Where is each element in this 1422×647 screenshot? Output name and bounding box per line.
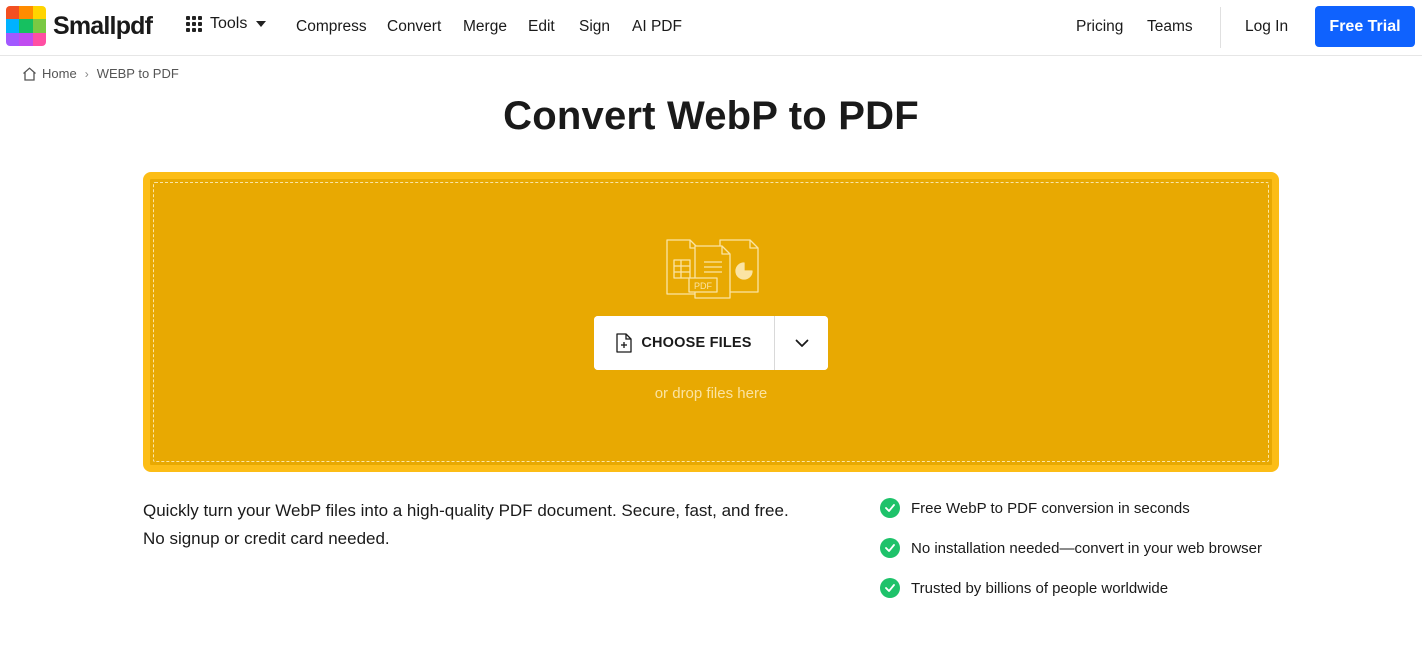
tools-menu-button[interactable]: Tools bbox=[186, 15, 267, 33]
breadcrumb: Home › WEBP to PDF bbox=[22, 66, 179, 81]
nav-link-pricing[interactable]: Pricing bbox=[1076, 18, 1123, 36]
grid-icon bbox=[186, 16, 202, 32]
nav-link-compress[interactable]: Compress bbox=[296, 18, 367, 36]
free-trial-button[interactable]: Free Trial bbox=[1315, 6, 1415, 47]
choose-files-button[interactable]: CHOOSE FILES bbox=[594, 316, 774, 370]
feature-item: No installation needed—convert in your w… bbox=[880, 537, 1262, 559]
feature-text: No installation needed—convert in your w… bbox=[911, 539, 1263, 557]
check-circle-icon bbox=[880, 578, 900, 598]
tool-description: Quickly turn your WebP files into a high… bbox=[143, 497, 823, 553]
nav-link-sign[interactable]: Sign bbox=[579, 18, 610, 36]
file-dropzone[interactable]: PDF CHOOSE FILES or drop files here bbox=[143, 172, 1279, 472]
nav-link-edit[interactable]: Edit bbox=[528, 18, 555, 36]
smallpdf-logo-icon bbox=[6, 6, 46, 46]
description-line-1: Quickly turn your WebP files into a high… bbox=[143, 501, 789, 520]
feature-text: Trusted by billions of people worldwide bbox=[911, 579, 1169, 597]
files-illustration-icon: PDF bbox=[664, 238, 760, 305]
breadcrumb-current: WEBP to PDF bbox=[96, 66, 179, 81]
login-link[interactable]: Log In bbox=[1245, 18, 1288, 36]
nav-link-merge[interactable]: Merge bbox=[463, 18, 507, 36]
nav-link-ai-pdf[interactable]: AI PDF bbox=[632, 18, 682, 36]
tools-label: Tools bbox=[210, 15, 248, 32]
top-navbar: Smallpdf Tools Compress Convert Merge Ed… bbox=[0, 0, 1422, 56]
brand-name: Smallpdf bbox=[53, 11, 153, 40]
check-circle-icon bbox=[880, 498, 900, 518]
page-title: Convert WebP to PDF bbox=[503, 94, 919, 138]
check-circle-icon bbox=[880, 538, 900, 558]
feature-text: Free WebP to PDF conversion in seconds bbox=[911, 499, 1190, 517]
breadcrumb-separator: › bbox=[84, 66, 89, 81]
nav-link-teams[interactable]: Teams bbox=[1147, 18, 1193, 36]
nav-link-convert[interactable]: Convert bbox=[387, 18, 441, 36]
choose-files-group: CHOOSE FILES bbox=[594, 316, 828, 370]
feature-item: Trusted by billions of people worldwide bbox=[880, 577, 1262, 599]
illustration-pdf-label: PDF bbox=[694, 281, 713, 291]
feature-list: Free WebP to PDF conversion in seconds N… bbox=[880, 497, 1262, 617]
header-divider bbox=[1220, 7, 1221, 48]
chevron-down-icon bbox=[795, 336, 809, 351]
file-plus-icon bbox=[616, 333, 632, 353]
description-line-2: No signup or credit card needed. bbox=[143, 529, 390, 548]
home-icon bbox=[22, 67, 37, 81]
feature-item: Free WebP to PDF conversion in seconds bbox=[880, 497, 1262, 519]
drop-files-hint: or drop files here bbox=[654, 385, 768, 402]
smallpdf-logo[interactable]: Smallpdf bbox=[6, 6, 153, 46]
choose-files-label: CHOOSE FILES bbox=[641, 335, 752, 351]
caret-down-icon bbox=[256, 21, 267, 27]
choose-files-dropdown-button[interactable] bbox=[775, 316, 828, 370]
breadcrumb-home[interactable]: Home bbox=[42, 66, 77, 81]
